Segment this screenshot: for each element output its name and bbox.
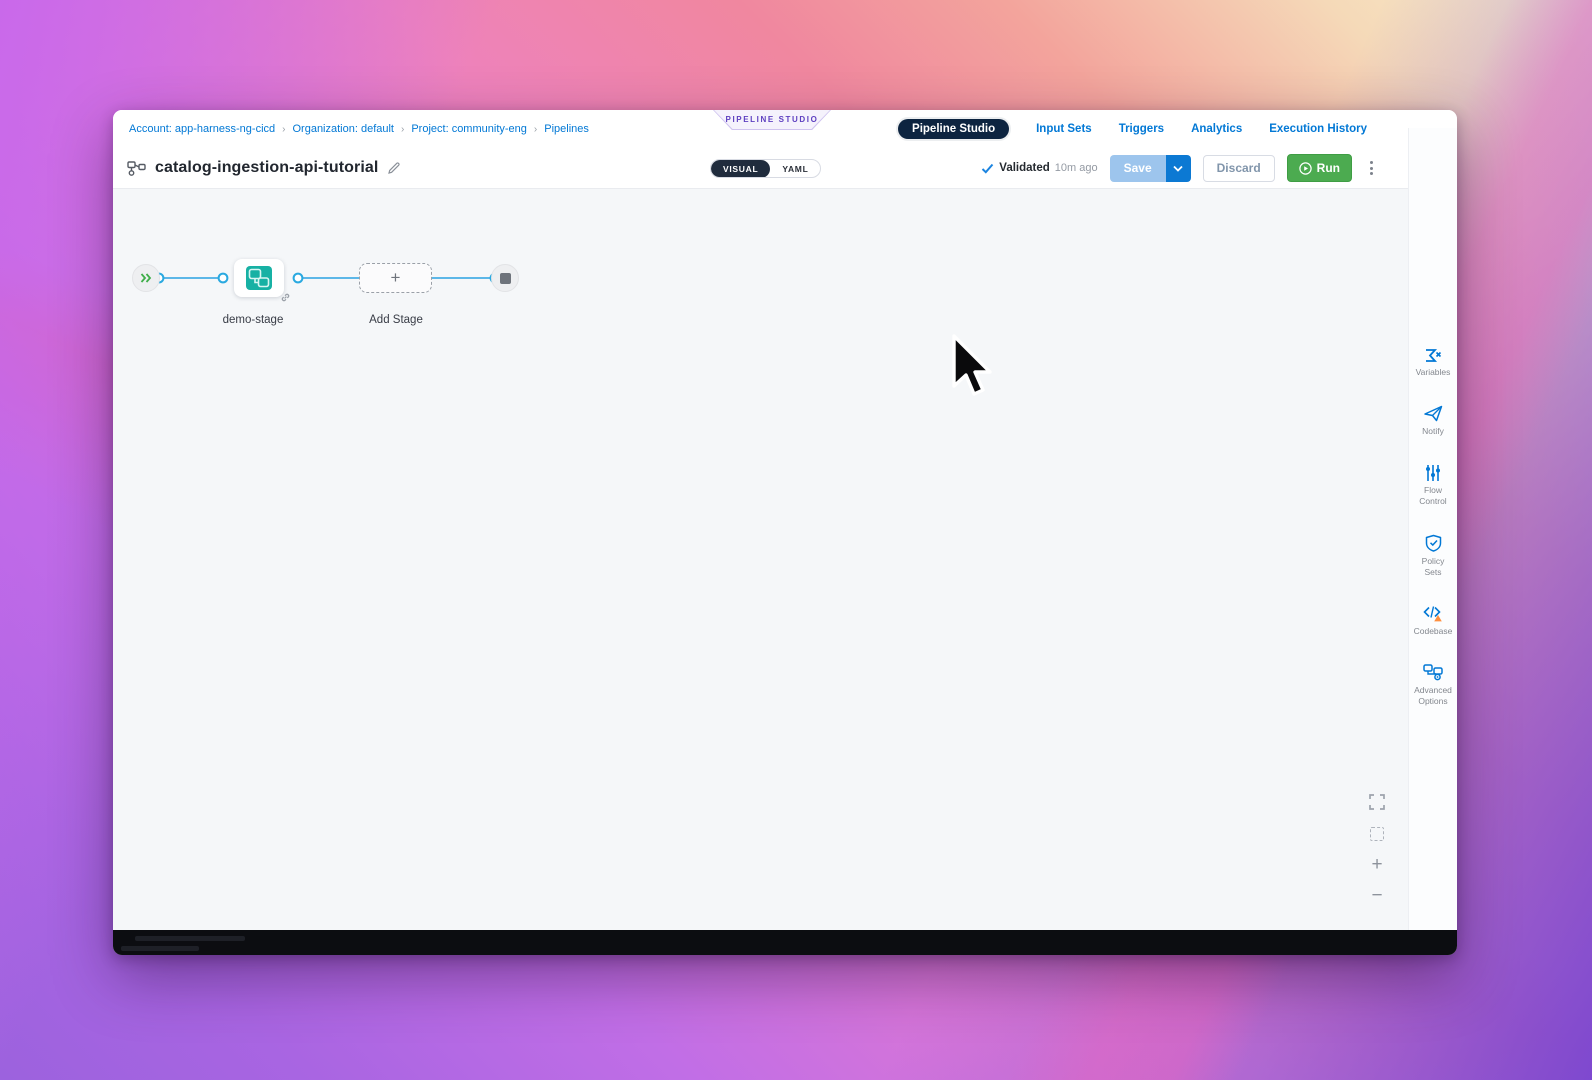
breadcrumb-separator: › bbox=[401, 124, 404, 135]
sidebar-item-label: Notify bbox=[1422, 426, 1444, 437]
right-sidebar: Variables Notify Flow Control Pol bbox=[1408, 128, 1457, 930]
toggle-visual[interactable]: VISUAL bbox=[711, 160, 770, 178]
tab-input-sets[interactable]: Input Sets bbox=[1036, 123, 1092, 135]
breadcrumb: Account: app-harness-ng-cicd › Organizat… bbox=[129, 123, 589, 135]
tab-execution-history[interactable]: Execution History bbox=[1269, 123, 1367, 135]
validated-status: Validated 10m ago bbox=[981, 162, 1097, 174]
stage-link-icon bbox=[281, 293, 290, 302]
sliders-icon bbox=[1425, 464, 1441, 481]
sidebar-item-label: Advanced Options bbox=[1413, 685, 1453, 707]
nav-tabs: Pipeline Studio Input Sets Triggers Anal… bbox=[898, 119, 1367, 139]
pipeline-graph: + demo-stage Add Stage bbox=[113, 189, 553, 349]
plus-icon: + bbox=[391, 268, 401, 288]
edit-pencil-icon[interactable] bbox=[387, 161, 401, 175]
pipeline-end-node[interactable] bbox=[491, 264, 519, 292]
sidebar-item-codebase[interactable]: Codebase bbox=[1409, 605, 1457, 637]
breadcrumb-separator: › bbox=[534, 124, 537, 135]
tab-pipeline-studio[interactable]: Pipeline Studio bbox=[898, 119, 1009, 139]
save-split-button: Save bbox=[1110, 155, 1191, 182]
stage-node-demo-stage[interactable] bbox=[234, 259, 284, 297]
chevron-down-icon bbox=[1173, 165, 1183, 172]
pipeline-canvas[interactable]: + demo-stage Add Stage bbox=[113, 189, 1408, 930]
toggle-yaml[interactable]: YAML bbox=[770, 160, 820, 178]
shield-check-icon bbox=[1425, 534, 1442, 552]
discard-button[interactable]: Discard bbox=[1203, 155, 1275, 182]
sigma-variables-icon bbox=[1424, 348, 1442, 363]
validated-label: Validated bbox=[999, 162, 1050, 174]
stage-name-label[interactable]: demo-stage bbox=[183, 314, 323, 326]
run-button[interactable]: Run bbox=[1287, 154, 1352, 182]
save-button[interactable]: Save bbox=[1110, 155, 1166, 182]
code-brackets-warning-icon bbox=[1423, 605, 1443, 622]
pipeline-studio-window: Account: app-harness-ng-cicd › Organizat… bbox=[113, 110, 1457, 955]
sidebar-item-advanced-options[interactable]: Advanced Options bbox=[1409, 664, 1457, 707]
pipeline-graph-icon bbox=[127, 161, 146, 176]
sidebar-item-variables[interactable]: Variables bbox=[1409, 348, 1457, 378]
sidebar-item-label: Policy Sets bbox=[1417, 556, 1449, 578]
canvas-controls: + − bbox=[1369, 794, 1385, 903]
sidebar-item-notify[interactable]: Notify bbox=[1409, 405, 1457, 437]
check-icon bbox=[981, 163, 994, 174]
pipeline-studio-banner: PIPELINE STUDIO bbox=[713, 110, 831, 130]
more-options-kebab-icon[interactable] bbox=[1364, 157, 1379, 179]
breadcrumb-pipelines[interactable]: Pipelines bbox=[544, 123, 589, 135]
minimap-toggle-icon[interactable] bbox=[1370, 827, 1384, 841]
custom-stage-icon bbox=[245, 265, 273, 291]
breadcrumb-account[interactable]: Account: app-harness-ng-cicd bbox=[129, 123, 275, 135]
sidebar-item-label: Flow Control bbox=[1416, 485, 1450, 507]
save-options-button[interactable] bbox=[1166, 155, 1191, 182]
pipeline-toolbar: catalog-ingestion-api-tutorial VISUAL YA… bbox=[113, 148, 1457, 189]
add-stage-label[interactable]: Add Stage bbox=[326, 314, 466, 326]
sidebar-item-flow-control[interactable]: Flow Control bbox=[1409, 464, 1457, 507]
zoom-out-button[interactable]: − bbox=[1371, 889, 1382, 903]
run-play-icon bbox=[1299, 162, 1312, 175]
top-bar: Account: app-harness-ng-cicd › Organizat… bbox=[113, 110, 1457, 148]
fullscreen-icon[interactable] bbox=[1369, 794, 1385, 810]
pipeline-studio-banner-label: PIPELINE STUDIO bbox=[714, 110, 830, 129]
sidebar-item-label: Variables bbox=[1416, 367, 1451, 378]
breadcrumb-project[interactable]: Project: community-eng bbox=[411, 123, 527, 135]
flowchart-gear-icon bbox=[1423, 664, 1443, 681]
pipeline-title: catalog-ingestion-api-tutorial bbox=[155, 159, 378, 177]
sidebar-item-label: Codebase bbox=[1414, 626, 1453, 637]
breadcrumb-separator: › bbox=[282, 124, 285, 135]
stop-square-icon bbox=[500, 273, 511, 284]
start-chevrons-icon bbox=[140, 273, 152, 283]
validated-time: 10m ago bbox=[1055, 162, 1098, 174]
tab-analytics[interactable]: Analytics bbox=[1191, 123, 1242, 135]
paper-plane-icon bbox=[1424, 405, 1443, 422]
run-label: Run bbox=[1317, 161, 1340, 175]
window-bottom-bar bbox=[113, 930, 1457, 955]
zoom-in-button[interactable]: + bbox=[1371, 858, 1382, 872]
sidebar-item-policy-sets[interactable]: Policy Sets bbox=[1409, 534, 1457, 578]
add-stage-button[interactable]: + bbox=[359, 263, 432, 293]
tab-triggers[interactable]: Triggers bbox=[1119, 123, 1164, 135]
breadcrumb-organization[interactable]: Organization: default bbox=[292, 123, 394, 135]
view-toggle: VISUAL YAML bbox=[710, 159, 821, 178]
pipeline-start-node[interactable] bbox=[132, 264, 160, 292]
